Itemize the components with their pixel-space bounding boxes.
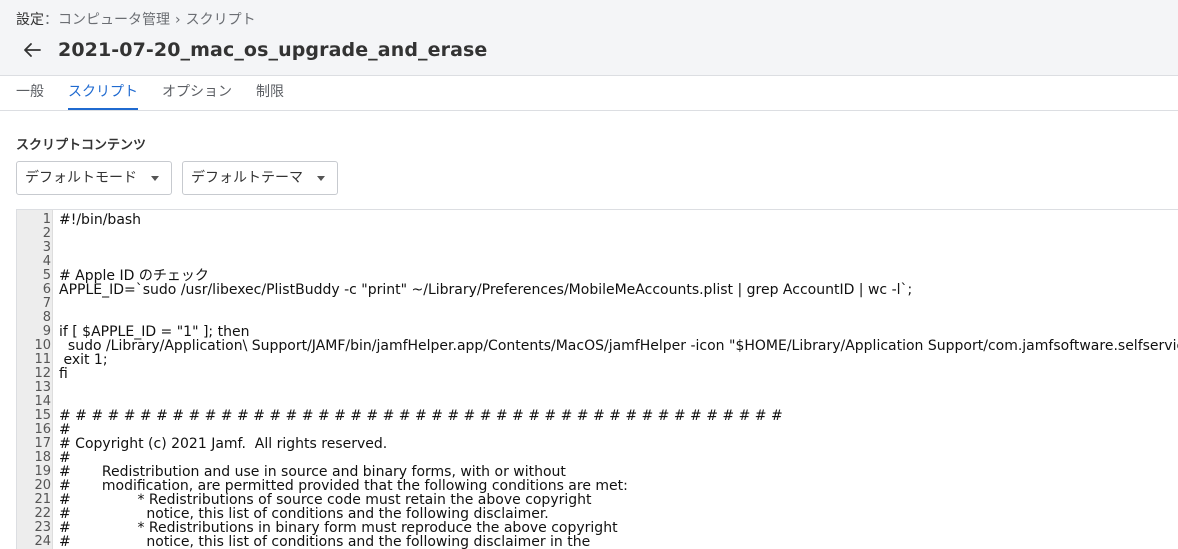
code-text: # Apple ID のチェック	[59, 268, 209, 284]
line-number: 23	[34, 520, 51, 535]
tab-limitations[interactable]: 制限	[256, 76, 284, 110]
code-text: exit 1;	[59, 352, 108, 368]
code-line: 9 if [ $APPLE_ID = "1" ]; then	[17, 324, 1178, 340]
code-text: # notice, this list of conditions and th…	[59, 534, 591, 549]
breadcrumb-separator: ›	[175, 12, 181, 28]
line-number: 12	[34, 366, 51, 381]
code-text: # modification, are permitted provided t…	[59, 478, 628, 494]
line-number: 22	[34, 506, 51, 521]
breadcrumb: 設定：コンピュータ管理 › スクリプト	[16, 11, 256, 29]
code-line: 8	[17, 311, 1178, 325]
code-text: # * Redistributions in binary form must …	[59, 520, 618, 536]
code-line: 5 # Apple ID のチェック	[17, 268, 1178, 284]
tab-script[interactable]: スクリプト	[68, 76, 138, 110]
line-number: 10	[34, 338, 51, 353]
tab-general[interactable]: 一般	[16, 76, 44, 110]
arrow-left-icon[interactable]	[22, 40, 42, 60]
line-number: 4	[42, 254, 51, 269]
code-text: sudo /Library/Application\ Support/JAMF/…	[59, 338, 1178, 354]
line-number: 18	[34, 450, 51, 465]
breadcrumb-computer-management[interactable]: コンピュータ管理	[58, 12, 170, 28]
code-line: 11 exit 1;	[17, 352, 1178, 368]
code-line: 24 # notice, this list of conditions and …	[17, 535, 1178, 549]
line-number: 19	[34, 464, 51, 479]
code-text: #	[59, 422, 71, 438]
page-title: 2021-07-20_mac_os_upgrade_and_erase	[58, 39, 488, 61]
code-line: 3	[17, 241, 1178, 255]
tab-options[interactable]: オプション	[162, 76, 232, 110]
line-number: 8	[42, 310, 51, 325]
line-number: 6	[42, 282, 51, 297]
code-text: if [ $APPLE_ID = "1" ]; then	[59, 324, 250, 340]
code-line: 16 #	[17, 422, 1178, 438]
breadcrumb-settings[interactable]: 設定	[16, 12, 44, 28]
line-number: 2	[42, 226, 51, 241]
code-line: 10 sudo /Library/Application\ Support/JA…	[17, 338, 1178, 354]
code-editor[interactable]: 1 #!/bin/bash 2 3 4 5 # Apple ID のチェック 6 APPLE_I…	[16, 209, 1178, 549]
line-number: 20	[34, 478, 51, 493]
code-text: #!/bin/bash	[59, 212, 142, 228]
editor-mode-value: デフォルトモード	[25, 170, 137, 186]
code-line: 1 #!/bin/bash	[17, 212, 1178, 228]
code-line: 13	[17, 381, 1178, 395]
line-number: 3	[42, 240, 51, 255]
code-line: 22 # notice, this list of conditions and …	[17, 506, 1178, 522]
editor-theme-select[interactable]: デフォルトテーマ	[182, 161, 338, 195]
code-text: APPLE_ID=`sudo /usr/libexec/PlistBuddy -…	[59, 282, 913, 298]
code-line: 18 #	[17, 450, 1178, 466]
line-number: 5	[42, 268, 51, 283]
code-text: # # # # # # # # # # # # # # # # # # # # …	[59, 408, 783, 424]
breadcrumb-colon: ：	[44, 12, 58, 28]
code-line: 7	[17, 297, 1178, 311]
tab-bar: 一般 スクリプト オプション 制限	[0, 76, 1178, 111]
code-text: #	[59, 450, 71, 466]
breadcrumb-scripts[interactable]: スクリプト	[186, 12, 256, 28]
code-text: # notice, this list of conditions and th…	[59, 506, 549, 522]
code-line: 17 # Copyright (c) 2021 Jamf. All rights …	[17, 436, 1178, 452]
editor-theme-value: デフォルトテーマ	[191, 170, 303, 186]
code-line: 23 # * Redistributions in binary form mus…	[17, 520, 1178, 536]
code-line: 21 # * Redistributions of source code mus…	[17, 492, 1178, 508]
title-row: 2021-07-20_mac_os_upgrade_and_erase	[22, 36, 487, 64]
code-line: 19 # Redistribution and use in source and…	[17, 464, 1178, 480]
code-text: # Copyright (c) 2021 Jamf. All rights re…	[59, 436, 388, 452]
code-line: 15 # # # # # # # # # # # # # # # # # # # …	[17, 408, 1178, 424]
code-text: # * Redistributions of source code must …	[59, 492, 592, 508]
code-line: 6 APPLE_ID=`sudo /usr/libexec/PlistBuddy …	[17, 282, 1178, 298]
line-number: 21	[34, 492, 51, 507]
editor-mode-select[interactable]: デフォルトモード	[16, 161, 172, 195]
line-number: 9	[42, 324, 51, 339]
line-number: 13	[34, 380, 51, 395]
line-number: 17	[34, 436, 51, 451]
line-number: 7	[42, 296, 51, 311]
code-line: 2	[17, 227, 1178, 241]
script-contents-label: スクリプトコンテンツ	[16, 138, 147, 153]
caret-down-icon	[317, 176, 325, 181]
code-line: 12 fi	[17, 366, 1178, 382]
line-number: 24	[34, 534, 51, 549]
code-lines: 1 #!/bin/bash 2 3 4 5 # Apple ID のチェック 6 APPLE_I…	[17, 213, 1178, 549]
code-text: fi	[59, 366, 68, 382]
code-text: # Redistribution and use in source and b…	[59, 464, 566, 480]
line-number: 15	[34, 408, 51, 423]
caret-down-icon	[151, 176, 159, 181]
page-header: 設定：コンピュータ管理 › スクリプト 2021-07-20_mac_os_upgr…	[0, 0, 1178, 76]
line-number: 11	[34, 352, 51, 367]
code-line: 4	[17, 255, 1178, 269]
code-line: 20 # modification, are permitted provided…	[17, 478, 1178, 494]
line-number: 14	[34, 394, 51, 409]
line-number: 1	[42, 212, 51, 227]
code-line: 14	[17, 395, 1178, 409]
line-number: 16	[34, 422, 51, 437]
